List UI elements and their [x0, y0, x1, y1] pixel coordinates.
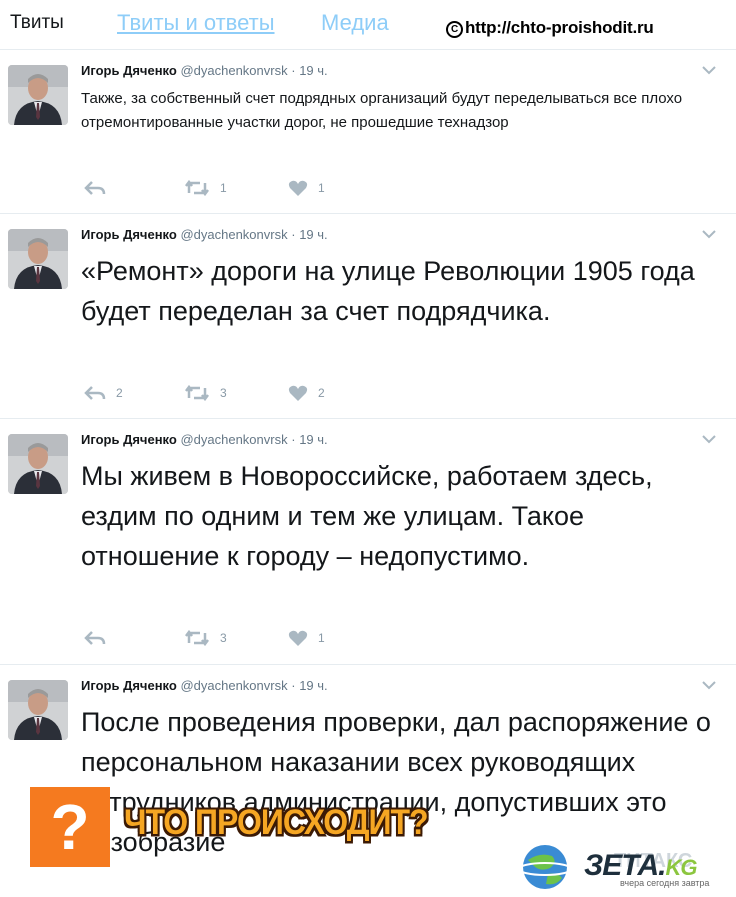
retweet-button[interactable]: 3 — [184, 383, 227, 403]
tweet-header: Игорь Дяченко @dyachenkonvrsk · 19 ч. — [81, 678, 328, 693]
author-handle[interactable]: @dyachenkonvrsk — [180, 678, 287, 693]
heart-icon — [288, 630, 308, 646]
avatar[interactable] — [8, 65, 68, 125]
separator-dot: · — [291, 678, 296, 693]
like-button[interactable]: 2 — [288, 383, 325, 403]
retweet-icon — [185, 384, 209, 402]
heart-icon — [288, 180, 308, 196]
avatar[interactable] — [8, 434, 68, 494]
tweet-text: «Ремонт» дороги на улице Революции 1905 … — [81, 256, 695, 326]
tweet-header: Игорь Дяченко @dyachenkonvrsk · 19 ч. — [81, 432, 328, 447]
retweet-icon — [185, 629, 209, 647]
watermark: Chttp://chto-proishodit.ru — [446, 18, 654, 38]
tweet-text: Также, за собственный счет подрядных орг… — [81, 90, 683, 131]
tweet-text: Мы живем в Новороссийске, работаем здесь… — [81, 461, 653, 571]
author-handle[interactable]: @dyachenkonvrsk — [180, 227, 287, 242]
chevron-down-icon[interactable] — [700, 225, 718, 243]
avatar[interactable] — [8, 680, 68, 740]
author-name[interactable]: Игорь Дяченко — [81, 63, 177, 78]
author-name[interactable]: Игорь Дяченко — [81, 678, 177, 693]
timestamp[interactable]: 19 ч. — [299, 678, 327, 693]
tab-media[interactable]: Медиа — [321, 10, 389, 36]
like-count: 1 — [318, 181, 325, 195]
timestamp[interactable]: 19 ч. — [299, 227, 327, 242]
copyright-icon: C — [446, 21, 463, 38]
globe-icon — [520, 845, 570, 889]
profile-tabs: Твиты Твиты и ответы Медиа Chttp://chto-… — [0, 0, 736, 50]
tweet-header: Игорь Дяченко @dyachenkonvrsk · 19 ч. — [81, 63, 328, 78]
retweet-count: 1 — [220, 181, 227, 195]
reply-count: 2 — [116, 386, 123, 400]
like-button[interactable]: 1 — [288, 628, 325, 648]
reply-icon — [84, 386, 106, 400]
author-name[interactable]: Игорь Дяченко — [81, 432, 177, 447]
overlay-title: ЧТО ПРОИСХОДИТ? — [124, 802, 429, 842]
retweet-button[interactable]: 3 — [184, 628, 227, 648]
retweet-button[interactable]: 1 — [184, 178, 227, 198]
chevron-down-icon[interactable] — [700, 430, 718, 448]
tab-tweets-and-replies[interactable]: Твиты и ответы — [117, 10, 275, 36]
retweet-count: 3 — [220, 631, 227, 645]
tweet[interactable]: Игорь Дяченко @dyachenkonvrsk · 19 ч. Та… — [0, 51, 736, 214]
like-count: 2 — [318, 386, 325, 400]
tweet-header: Игорь Дяченко @dyachenkonvrsk · 19 ч. — [81, 227, 328, 242]
author-name[interactable]: Игорь Дяченко — [81, 227, 177, 242]
author-handle[interactable]: @dyachenkonvrsk — [180, 63, 287, 78]
chevron-down-icon[interactable] — [700, 61, 718, 79]
reply-icon — [84, 631, 106, 645]
logo-suffix: KG — [665, 855, 697, 880]
separator-dot: · — [291, 63, 296, 78]
reply-button[interactable] — [84, 628, 116, 648]
like-count: 1 — [318, 631, 325, 645]
tweet[interactable]: Игорь Дяченко @dyachenkonvrsk · 19 ч. Мы… — [0, 420, 736, 665]
logo-tagline: вчера сегодня завтра — [620, 878, 710, 888]
reply-button[interactable]: 2 — [84, 383, 123, 403]
separator-dot: · — [291, 432, 296, 447]
like-button[interactable]: 1 — [288, 178, 325, 198]
retweet-icon — [185, 179, 209, 197]
question-mark-logo: ? — [30, 787, 110, 867]
heart-icon — [288, 385, 308, 401]
watermark-url: http://chto-proishodit.ru — [465, 18, 654, 37]
avatar[interactable] — [8, 229, 68, 289]
timestamp[interactable]: 19 ч. — [299, 432, 327, 447]
reply-button[interactable] — [84, 178, 116, 198]
retweet-count: 3 — [220, 386, 227, 400]
chevron-down-icon[interactable] — [700, 676, 718, 694]
tweet[interactable]: Игорь Дяченко @dyachenkonvrsk · 19 ч. «Р… — [0, 215, 736, 419]
timestamp[interactable]: 19 ч. — [299, 63, 327, 78]
separator-dot: · — [291, 227, 296, 242]
tab-tweets[interactable]: Твиты — [10, 12, 64, 34]
author-handle[interactable]: @dyachenkonvrsk — [180, 432, 287, 447]
reply-icon — [84, 181, 106, 195]
